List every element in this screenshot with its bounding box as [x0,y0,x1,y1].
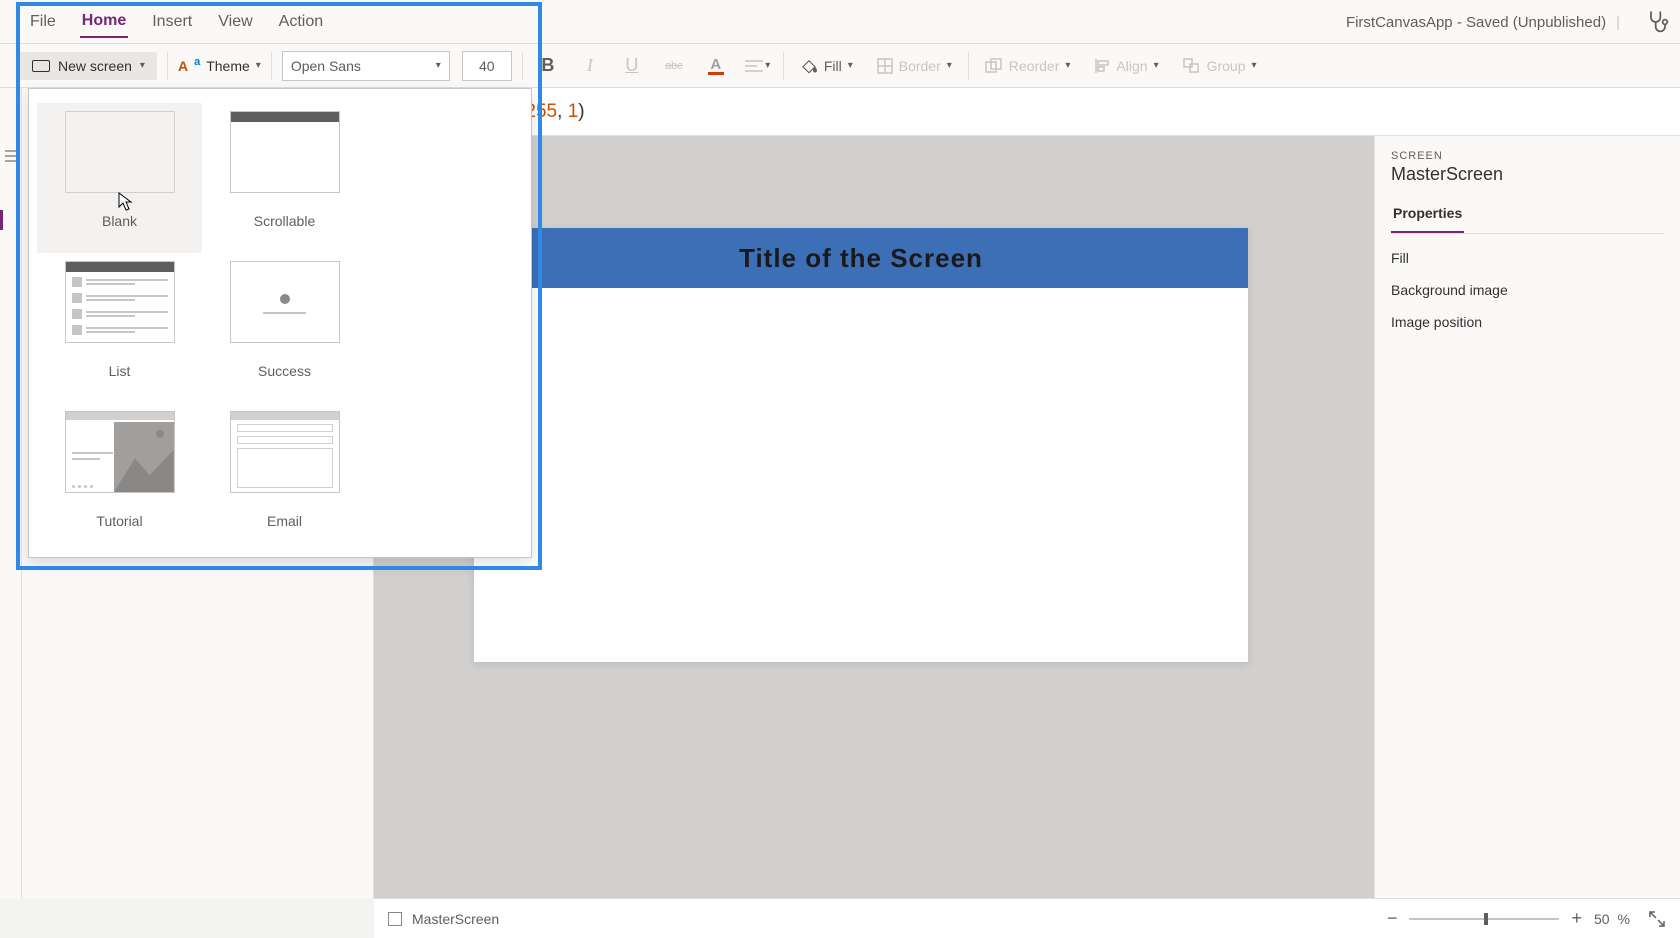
template-blank-thumb [65,111,175,193]
app-canvas[interactable]: Title of the Screen [474,228,1248,662]
status-screen-name: MasterScreen [412,911,499,927]
align-icon [1094,58,1110,74]
template-blank[interactable]: Blank [37,103,202,253]
theme-label: Theme [206,58,250,74]
template-meeting[interactable]: Meeting [202,553,367,558]
tree-view-icon[interactable] [3,148,19,164]
menu-file[interactable]: File [28,7,58,37]
chevron-down-icon: ▾ [140,60,145,71]
menu-action[interactable]: Action [277,7,325,37]
template-scrollable[interactable]: Scrollable [202,103,367,253]
border-label: Border [899,58,941,74]
prop-fill[interactable]: Fill [1391,250,1664,266]
fit-to-window-icon[interactable] [1648,910,1666,928]
ribbon-toolbar: New screen ▾ Aa Theme ▾ Open Sans ▾ 40 B… [0,44,1680,88]
font-color-button[interactable]: A [701,51,731,81]
chevron-down-icon: ▾ [1154,60,1159,71]
screen-icon [32,60,50,72]
menu-view[interactable]: View [216,7,254,37]
screen-title-label[interactable]: Title of the Screen [739,243,983,274]
formula-arg-3: 1 [568,101,579,123]
properties-section-title: MasterScreen [1391,164,1664,185]
zoom-in-button[interactable]: + [1567,908,1586,929]
underline-button[interactable]: U [617,51,647,81]
menu-home[interactable]: Home [80,6,128,38]
template-list[interactable]: List [37,253,202,403]
bold-button[interactable]: B [533,51,563,81]
prop-image-position[interactable]: Image position [1391,314,1664,330]
fill-bucket-icon [800,57,818,75]
group-label: Group [1207,58,1246,74]
font-size-input[interactable]: 40 [462,51,512,81]
italic-button[interactable]: I [575,51,605,81]
fill-button[interactable]: Fill ▾ [794,57,859,75]
zoom-slider[interactable] [1409,918,1559,920]
theme-button[interactable]: Aa Theme ▾ [178,58,261,74]
template-list-thumb [65,261,175,343]
template-tutorial[interactable]: Tutorial [37,403,202,553]
template-success-label: Success [258,363,311,379]
menu-insert[interactable]: Insert [150,7,194,37]
reorder-button[interactable]: Reorder ▾ [979,58,1077,74]
app-status: Saved (Unpublished) [1466,14,1606,31]
new-screen-dropdown: Blank Scrollable List Success [28,88,532,558]
new-screen-label: New screen [58,58,132,74]
template-blank-label: Blank [102,213,137,229]
app-title: FirstCanvasApp - Saved (Unpublished) | [1346,0,1630,44]
chevron-down-icon: ▾ [1252,60,1257,71]
template-scrollable-thumb [230,111,340,193]
zoom-unit: % [1618,911,1630,927]
zoom-value: 50 [1594,911,1610,927]
zoom-control: − + 50 % [1383,908,1666,929]
strikethrough-button[interactable]: abc [659,51,689,81]
app-name: FirstCanvasApp [1346,14,1453,31]
template-tutorial-thumb [65,411,175,493]
properties-tab[interactable]: Properties [1391,199,1464,233]
chevron-down-icon: ▾ [436,60,441,71]
formula-bar[interactable]: RGBA(255, 255, 255, 1) [374,88,1680,136]
prop-background[interactable]: Background image [1391,282,1664,298]
border-icon [877,58,893,74]
properties-section-label: SCREEN [1391,150,1664,162]
template-scrollable-label: Scrollable [254,213,315,229]
group-icon [1183,58,1201,74]
template-success-thumb [230,261,340,343]
app-checker-icon[interactable] [1644,8,1672,36]
active-rail-marker [0,210,3,230]
left-rail [0,88,22,898]
text-align-button[interactable]: ▾ [743,51,773,81]
template-people[interactable]: People [37,553,202,558]
chevron-down-icon: ▾ [765,60,770,71]
font-name-select[interactable]: Open Sans ▾ [282,51,450,81]
group-button[interactable]: Group ▾ [1177,58,1263,74]
chevron-down-icon: ▾ [947,60,952,71]
template-success[interactable]: Success [202,253,367,403]
reorder-icon [985,58,1003,74]
template-email-thumb [230,411,340,493]
status-bar: MasterScreen − + 50 % [374,898,1680,938]
chevron-down-icon: ▾ [1065,60,1070,71]
font-color-icon: A [708,57,724,75]
border-button[interactable]: Border ▾ [871,58,958,74]
chevron-down-icon: ▾ [256,60,261,71]
screen-header[interactable]: Title of the Screen [474,228,1248,288]
top-menu-bar: File Home Insert View Action FirstCanvas… [0,0,1680,44]
chevron-down-icon: ▾ [848,60,853,71]
template-email-label: Email [267,513,302,529]
font-name-value: Open Sans [291,58,361,74]
reorder-label: Reorder [1009,58,1060,74]
zoom-out-button[interactable]: − [1383,908,1402,929]
new-screen-button[interactable]: New screen ▾ [20,52,157,80]
fill-label: Fill [824,58,842,74]
template-list-label: List [109,363,131,379]
align-label: Align [1116,58,1147,74]
template-tutorial-label: Tutorial [96,513,142,529]
properties-panel: SCREEN MasterScreen Properties Fill Back… [1374,136,1680,898]
align-button[interactable]: Align ▾ [1088,58,1164,74]
theme-icon: A [178,58,188,74]
template-email[interactable]: Email [202,403,367,553]
